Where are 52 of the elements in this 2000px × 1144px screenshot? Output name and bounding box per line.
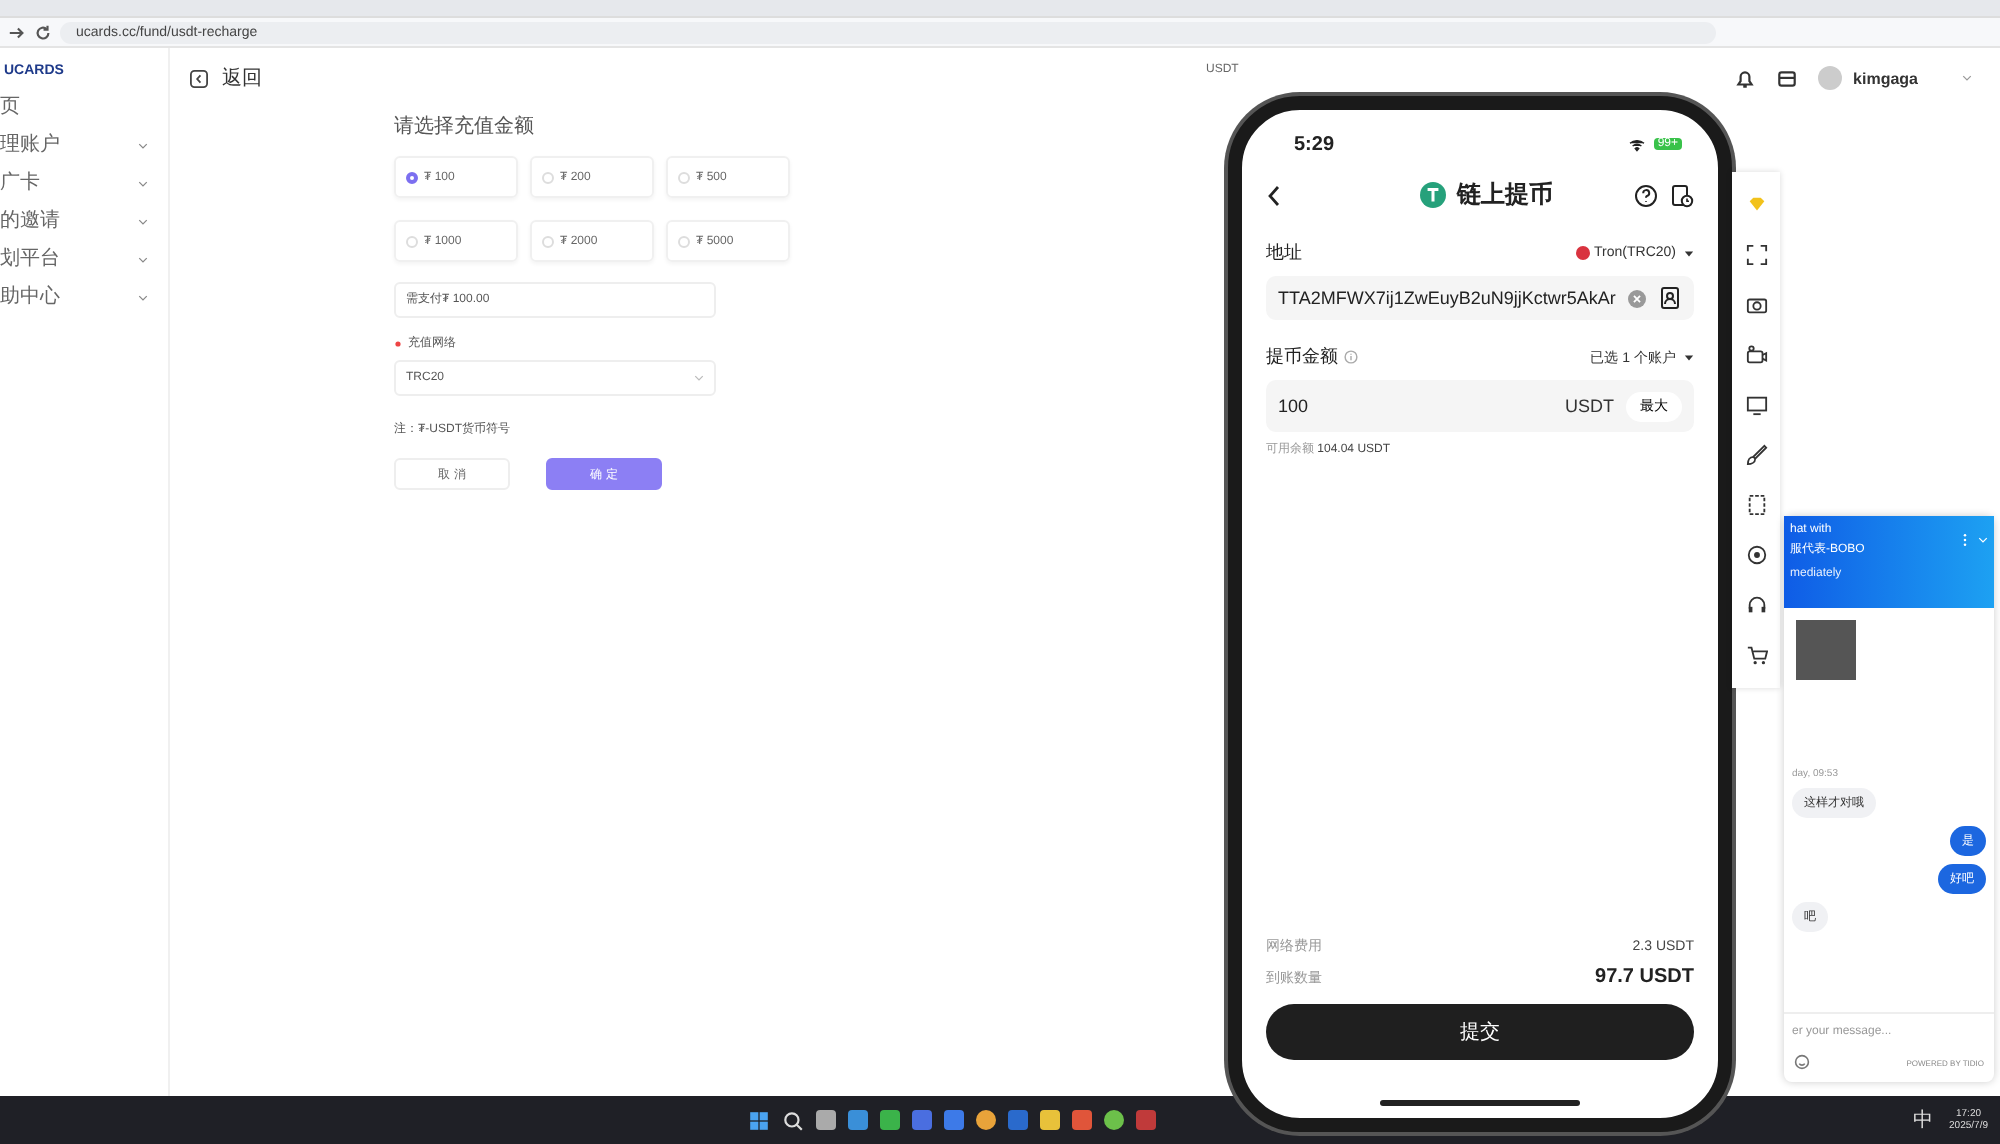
camera-icon[interactable]: [1745, 294, 1767, 316]
search-icon[interactable]: [782, 1109, 804, 1131]
unit-label: USDT: [1565, 396, 1614, 416]
sidebar-item[interactable]: 页: [0, 96, 168, 120]
caret-icon[interactable]: [1684, 353, 1694, 361]
cart-icon[interactable]: [1745, 644, 1767, 666]
receive-value: 97.7 USDT: [1595, 966, 1694, 988]
back-icon[interactable]: [190, 69, 208, 87]
help-icon[interactable]: [1634, 183, 1658, 207]
amount-label: 提币金额: [1266, 344, 1338, 370]
crop-icon[interactable]: [1745, 494, 1767, 516]
amount-label: 请选择充值金额: [394, 113, 536, 140]
sidebar-item[interactable]: 理账户: [0, 134, 168, 158]
address-label: 地址: [1266, 240, 1302, 266]
chevron-icon: [138, 218, 148, 226]
sidebar-item[interactable]: 划平台: [0, 248, 168, 272]
submit-button[interactable]: 提交: [1266, 1004, 1694, 1060]
coin-icon: [1419, 182, 1445, 208]
expand-icon[interactable]: [1745, 244, 1767, 266]
sidebar-item[interactable]: 广卡: [0, 172, 168, 196]
history-icon[interactable]: [1670, 183, 1694, 207]
wifi-icon: [1627, 137, 1646, 151]
chevron-icon: [138, 294, 148, 302]
sidebar-item[interactable]: 的邀请: [0, 210, 168, 234]
back-button[interactable]: 返回: [190, 64, 262, 92]
folder-icon[interactable]: [1040, 1110, 1060, 1130]
user-name[interactable]: kimgaga: [1853, 69, 1918, 87]
video-camera-icon[interactable]: [1745, 344, 1767, 366]
reload-icon[interactable]: [34, 23, 52, 41]
bell-icon[interactable]: [1733, 67, 1756, 89]
screen-title: 链上提币: [1457, 178, 1553, 212]
brush-icon[interactable]: [1745, 444, 1767, 466]
back-icon[interactable]: [1266, 183, 1282, 207]
amount-input[interactable]: 100: [1278, 396, 1553, 416]
screen-icon[interactable]: [1745, 394, 1767, 416]
headset-icon[interactable]: [1745, 594, 1767, 616]
chevron-icon: [138, 256, 148, 264]
forward-icon[interactable]: [8, 23, 26, 41]
chevron-icon: [138, 142, 148, 150]
sidebar-item[interactable]: 助中心: [0, 286, 168, 310]
more-icon[interactable]: [1960, 532, 1970, 548]
start-icon[interactable]: [748, 1109, 770, 1131]
contact-book-icon[interactable]: [1658, 286, 1682, 310]
caret-icon[interactable]: [1684, 249, 1694, 257]
clear-icon[interactable]: [1628, 289, 1646, 307]
image-placeholder: [1796, 620, 1856, 680]
input-method[interactable]: 中: [1913, 1106, 1934, 1134]
emoji-icon[interactable]: [1794, 1054, 1810, 1070]
chevron-icon: [138, 180, 148, 188]
collapse-icon[interactable]: [1978, 532, 1988, 548]
settings-icon[interactable]: [1745, 544, 1767, 566]
status-time: 5:29: [1294, 133, 1335, 155]
